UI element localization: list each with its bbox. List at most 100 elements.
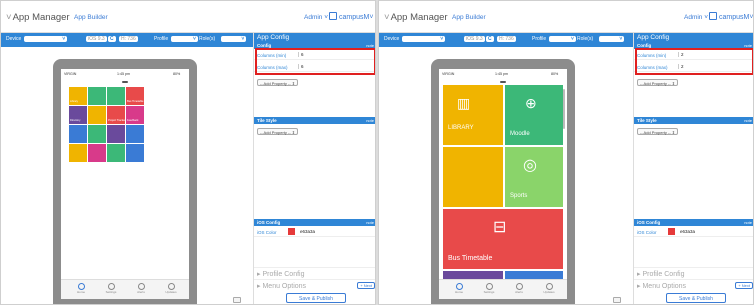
app-title[interactable]: ˅App Manager — [384, 12, 448, 23]
tile-item[interactable]: Directory — [69, 106, 87, 124]
tab-updates[interactable]: Updates — [539, 283, 559, 294]
scrollbar[interactable] — [563, 89, 565, 129]
tile-item[interactable] — [88, 87, 106, 105]
home-icon — [77, 283, 85, 290]
tab-home[interactable]: Home — [449, 283, 469, 294]
os-field[interactable]: iOS 9.3 — [464, 36, 485, 42]
ios-color-row: iOS Color e63a3a — [634, 227, 753, 237]
height-field[interactable]: H: 736 — [119, 36, 138, 42]
refresh-button[interactable]: C — [108, 36, 116, 42]
tile-item[interactable] — [107, 144, 125, 162]
campus-menu[interactable]: campusM˅ — [329, 12, 373, 21]
tile-item[interactable] — [69, 144, 87, 162]
preview-canvas: VIRGIN 1:45 pm 80% ▥ LIBRARY ⊕ Moodle ◎ … — [379, 47, 633, 304]
ios-color-row: iOS Color e63a3a — [254, 227, 375, 237]
ios-config-header[interactable]: iOS Config note — [634, 219, 753, 226]
profile-config-section[interactable]: ▸ Profile Config — [254, 267, 375, 279]
profile-config-section[interactable]: ▸ Profile Config — [634, 267, 753, 279]
tile-item[interactable]: Feedback — [126, 106, 144, 124]
tile-style-header[interactable]: Tile Style note — [254, 117, 375, 124]
tile-label: Feedback — [127, 119, 139, 122]
profile-select[interactable]: Student ˅ — [549, 36, 576, 42]
tile-label: Project Tracker — [108, 119, 125, 122]
tile-library[interactable]: ▥ LIBRARY — [443, 85, 503, 145]
color-swatch[interactable] — [288, 228, 295, 235]
tab-alerts[interactable]: Alerts — [509, 283, 529, 294]
phone-frame: VIRGIN 1:45 pm 80% ▥ LIBRARY ⊕ Moodle ◎ … — [431, 59, 575, 304]
app-header: ˅App Manager App Builder Admin ˅ campusM… — [379, 1, 753, 33]
resize-handle[interactable] — [613, 297, 621, 303]
add-property-select[interactable]: -- Add Property -- ⇕ — [257, 128, 299, 135]
tile-item[interactable] — [107, 125, 125, 143]
app-title[interactable]: ˅App Manager — [6, 12, 70, 23]
tile-item[interactable] — [126, 125, 144, 143]
tile-item[interactable]: Library — [69, 87, 87, 105]
ios-color-input[interactable]: e63a3a — [678, 229, 695, 234]
add-property-select[interactable]: -- Add Property -- ⇕ — [257, 79, 299, 86]
color-swatch[interactable] — [668, 228, 675, 235]
tile-item[interactable] — [126, 144, 144, 162]
tile-style-header[interactable]: Tile Style note — [634, 117, 753, 124]
roles-select[interactable]: Default ˅ — [599, 36, 625, 42]
device-toolbar: Device iPhone 6s/7/8+ ˅ iOS 9.3 C H: 736… — [379, 33, 633, 47]
os-field[interactable]: iOS 9.3 — [86, 36, 107, 42]
phone-screen: VIRGIN 1:45 pm 80% ▥ LIBRARY ⊕ Moodle ◎ … — [439, 69, 567, 299]
status-bar: VIRGIN 1:45 pm 80% — [64, 72, 181, 76]
bell-icon — [137, 283, 145, 290]
device-label: Device — [6, 36, 22, 42]
save-publish-button[interactable]: Save & Publish — [666, 293, 726, 303]
chevron-icon: ˅ — [6, 12, 12, 23]
device-select[interactable]: iPhone 6s/7/8+ ˅ — [24, 36, 68, 42]
tab-alerts[interactable]: Alerts — [131, 283, 151, 294]
next-button[interactable]: + Next — [735, 282, 753, 289]
menu-options-section[interactable]: ▸ Menu Options + Next — [254, 279, 375, 291]
left-screenshot: ˅App Manager App Builder Admin ˅ campusM… — [0, 0, 376, 305]
gear-icon — [485, 283, 493, 290]
add-property-select[interactable]: -- Add Property -- ⇕ — [637, 79, 679, 86]
tile-item[interactable] — [107, 87, 125, 105]
profile-select[interactable]: Student ˅ — [171, 36, 198, 42]
device-label: Device — [384, 36, 400, 42]
app-subtitle: App Builder — [452, 14, 486, 21]
menu-options-section[interactable]: ▸ Menu Options + Next — [634, 279, 753, 291]
admin-menu[interactable]: Admin ˅ — [304, 14, 328, 21]
device-select[interactable]: iPhone 6s/7/8+ ˅ — [402, 36, 446, 42]
campus-menu[interactable]: campusM˅ — [709, 12, 753, 21]
tab-home[interactable]: Home — [71, 283, 91, 294]
next-button[interactable]: + Next — [357, 282, 375, 289]
tile-sports[interactable]: ◎ Sports — [505, 147, 563, 207]
tile-item[interactable]: Bus Timetable — [126, 87, 144, 105]
add-property-select[interactable]: -- Add Property -- ⇕ — [637, 128, 679, 135]
tab-bar: Home Settings Alerts Updates — [61, 279, 189, 299]
tile-item[interactable] — [88, 144, 106, 162]
tab-updates[interactable]: Updates — [161, 283, 181, 294]
roles-label: Role(s) — [577, 36, 594, 42]
ios-color-input[interactable]: e63a3a — [298, 229, 315, 234]
tile-item[interactable]: Project Tracker — [107, 106, 125, 124]
tile-partial[interactable] — [505, 271, 563, 279]
ios-config-header[interactable]: iOS Config note — [254, 219, 375, 226]
campus-icon — [329, 12, 337, 20]
resize-handle[interactable] — [233, 297, 241, 303]
tile-label: Bus Timetable — [127, 100, 144, 103]
refresh-button[interactable]: C — [486, 36, 494, 42]
tab-bar: Home Settings Alerts Updates — [439, 279, 567, 299]
roles-select[interactable]: Default ˅ — [221, 36, 247, 42]
tile-bus-timetable[interactable]: ⊟ Bus Timetable — [443, 209, 563, 269]
save-publish-button[interactable]: Save & Publish — [286, 293, 346, 303]
admin-menu[interactable]: Admin ˅ — [684, 14, 708, 21]
tennis-icon: ◎ — [523, 157, 537, 174]
tile-item[interactable] — [88, 125, 106, 143]
tile-moodle[interactable]: ⊕ Moodle — [505, 85, 563, 145]
app-subtitle: App Builder — [74, 14, 108, 21]
tab-settings[interactable]: Settings — [479, 283, 499, 294]
books-icon: ▥ — [457, 95, 471, 111]
tile-partial[interactable] — [443, 271, 503, 279]
tile-blank[interactable] — [443, 147, 503, 207]
gear-icon — [107, 283, 115, 290]
height-field[interactable]: H: 736 — [497, 36, 516, 42]
panel-title: App Config — [254, 33, 375, 42]
tab-settings[interactable]: Settings — [101, 283, 121, 294]
tile-item[interactable] — [69, 125, 87, 143]
tile-item[interactable] — [88, 106, 106, 124]
